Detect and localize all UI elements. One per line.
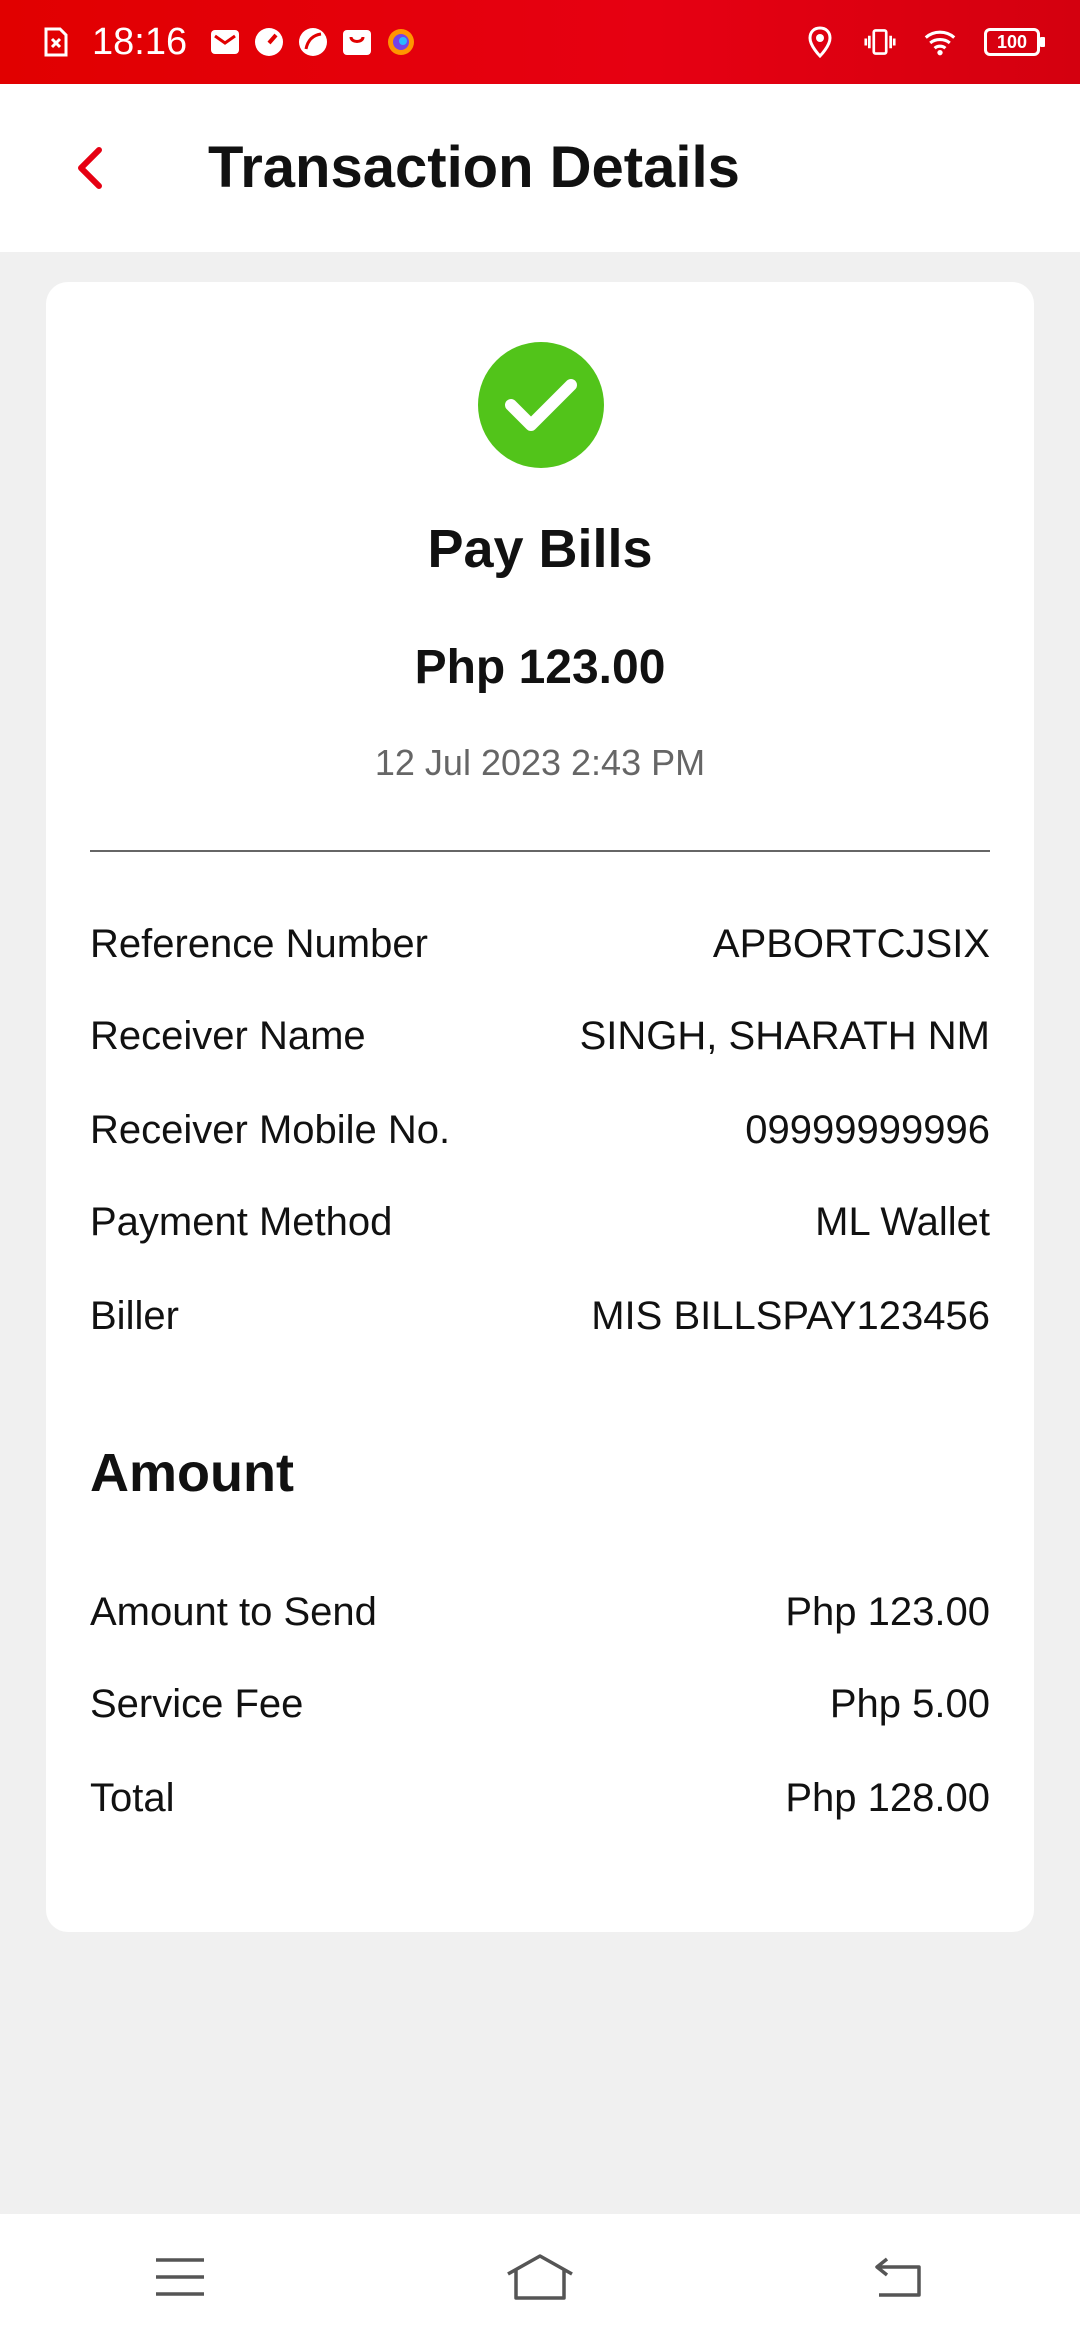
detail-row-biller: Biller MIS BILLSPAY123456 <box>90 1286 990 1346</box>
transaction-datetime: 12 Jul 2023 2:43 PM <box>374 742 706 783</box>
detail-row-receiver-name: Receiver Name SINGH, SHARATH NM <box>90 1006 990 1066</box>
detail-value: APBORTCJSIX <box>712 921 990 966</box>
detail-value: SINGH, SHARATH NM <box>579 1013 990 1058</box>
detail-label: Payment Method <box>90 1199 393 1244</box>
detail-row-payment-method: Payment Method ML Wallet <box>90 1192 990 1252</box>
nav-menu-button[interactable] <box>120 2237 240 2317</box>
battery-level: 100 <box>996 31 1028 52</box>
check-circle-icon <box>478 342 604 468</box>
home-icon <box>507 2254 573 2300</box>
amount-label: Service Fee <box>90 1681 304 1726</box>
nav-home-button[interactable] <box>480 2237 600 2317</box>
page-title: Transaction Details <box>208 135 740 200</box>
chevron-left-icon <box>78 147 102 189</box>
transaction-amount: Php 123.00 <box>414 641 666 694</box>
amount-row-fee: Service Fee Php 5.00 <box>90 1674 990 1734</box>
transaction-title: Pay Bills <box>427 519 653 579</box>
clock-time: 18:16 <box>92 20 188 63</box>
transaction-card: Pay Bills Php 123.00 12 Jul 2023 2:43 PM… <box>46 282 1034 1932</box>
sim-error-icon <box>40 26 72 58</box>
firefox-icon <box>385 26 417 58</box>
detail-value: ML Wallet <box>815 1199 990 1244</box>
detail-value: 09999999996 <box>745 1107 990 1152</box>
app-header: Transaction Details <box>0 84 1080 252</box>
amount-label: Total <box>90 1775 175 1820</box>
mail-icon <box>209 26 241 58</box>
amount-row-total: Total Php 128.00 <box>90 1768 990 1828</box>
menu-icon <box>156 2258 204 2296</box>
amount-value: Php 5.00 <box>829 1681 990 1726</box>
detail-row-receiver-mobile: Receiver Mobile No. 09999999996 <box>90 1100 990 1160</box>
location-icon <box>804 26 836 58</box>
shop-icon <box>341 26 373 58</box>
detail-label: Receiver Mobile No. <box>90 1107 451 1152</box>
detail-label: Biller <box>90 1293 179 1338</box>
detail-value: MIS BILLSPAY123456 <box>591 1293 990 1338</box>
divider <box>90 850 990 852</box>
vibrate-icon <box>864 26 896 58</box>
amount-label: Amount to Send <box>90 1589 377 1634</box>
back-icon <box>875 2257 921 2297</box>
amount-row-send: Amount to Send Php 123.00 <box>90 1582 990 1642</box>
system-nav-bar <box>0 2214 1080 2340</box>
battery-icon: 100 <box>984 28 1045 56</box>
detail-label: Reference Number <box>90 921 428 966</box>
detail-row-reference: Reference Number APBORTCJSIX <box>90 914 990 974</box>
detail-label: Receiver Name <box>90 1013 366 1058</box>
status-bar: 18:16 100 <box>0 0 1080 84</box>
leaf-icon <box>297 26 329 58</box>
nav-back-button[interactable] <box>840 2237 960 2317</box>
amount-section-title: Amount <box>90 1443 294 1503</box>
back-button[interactable] <box>60 134 120 202</box>
amount-value: Php 128.00 <box>785 1775 990 1820</box>
wifi-icon <box>924 26 956 58</box>
amount-value: Php 123.00 <box>785 1589 990 1634</box>
gauge-icon <box>253 26 285 58</box>
